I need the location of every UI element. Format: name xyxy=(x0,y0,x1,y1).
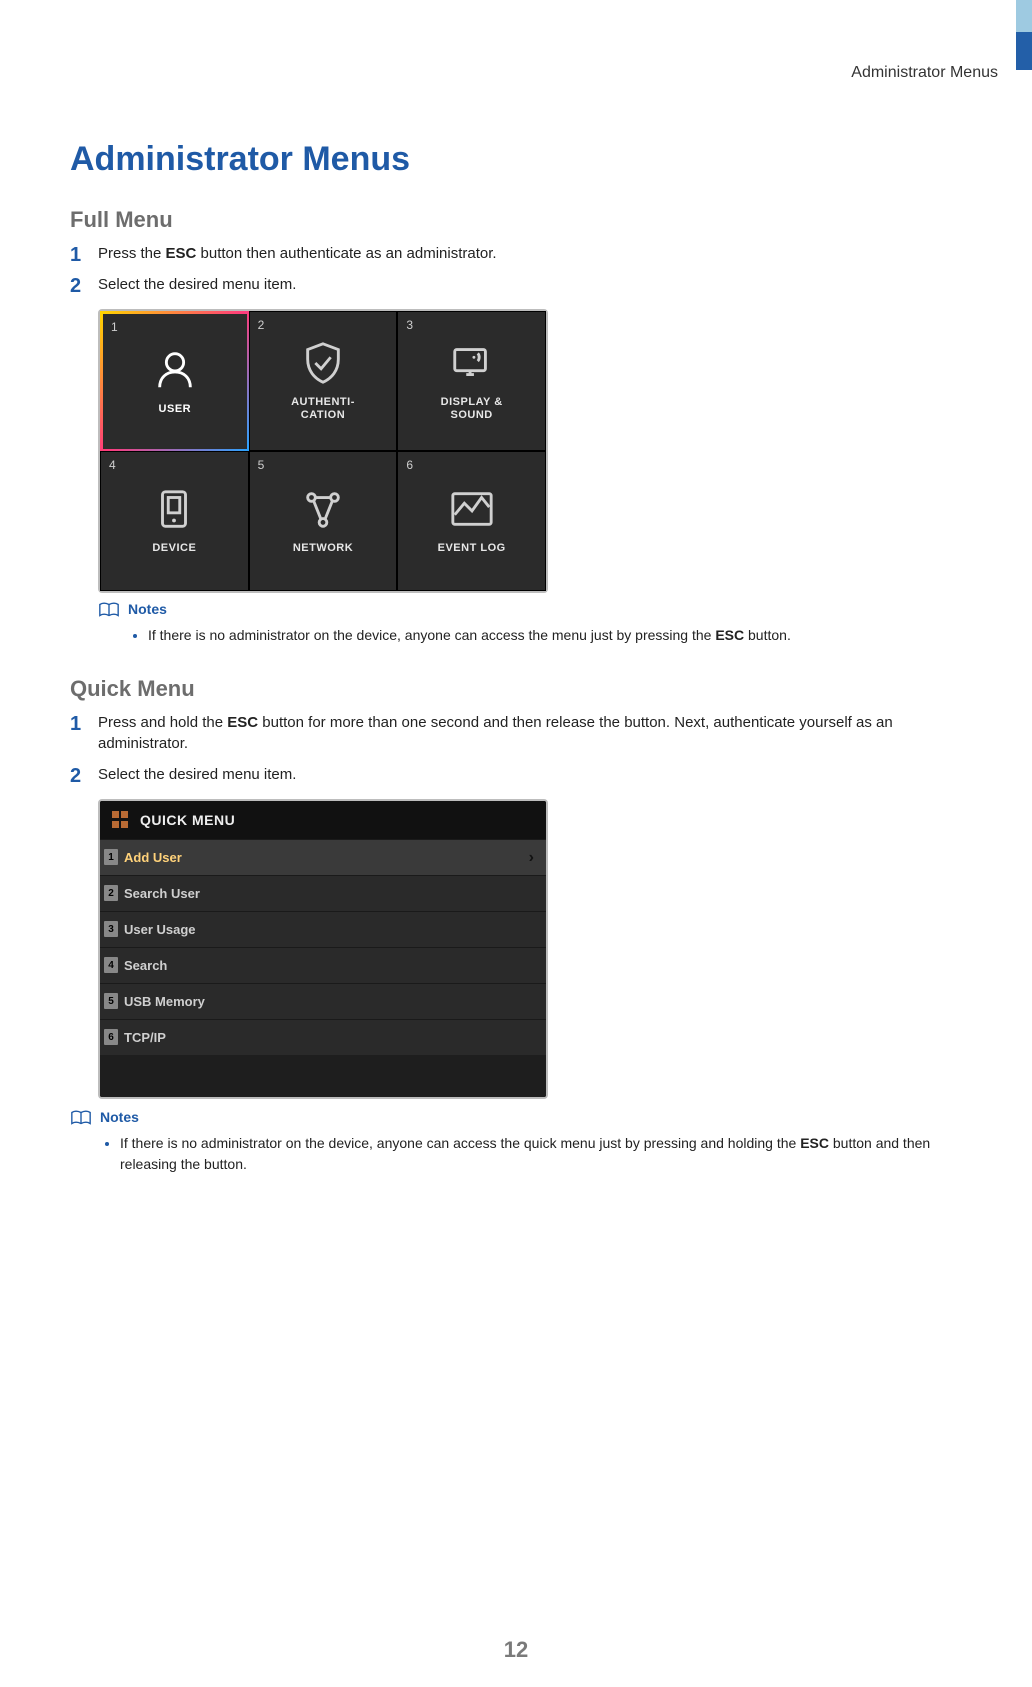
menu-tile-user[interactable]: 1 USER xyxy=(100,311,249,451)
full-menu-screenshot: 1 USER 2 AUTHENTI-CATION 3 DISPLAY &SOUND 4 DEV… xyxy=(98,309,548,593)
note-item: If there is no administrator on the devi… xyxy=(148,625,962,646)
quick-menu-item-add-user[interactable]: 1 Add User › xyxy=(100,839,546,875)
tile-label: EVENT LOG xyxy=(438,542,506,555)
tile-index: 1 xyxy=(111,320,118,334)
notes-icon xyxy=(98,601,120,619)
menu-tile-network[interactable]: 5 NETWORK xyxy=(249,451,398,591)
page-number: 12 xyxy=(0,1637,1032,1663)
tile-icon xyxy=(300,486,346,532)
section-full-menu: Full Menu xyxy=(70,207,962,233)
quick-menu-item-usb-memory[interactable]: 5 USB Memory xyxy=(100,983,546,1019)
full-menu-notes-header: Notes xyxy=(98,601,962,619)
full-menu-notes-list: If there is no administrator on the devi… xyxy=(130,625,962,646)
step-bold: ESC xyxy=(166,245,197,262)
tile-label: USER xyxy=(159,403,192,416)
step-text: Select the desired menu item. xyxy=(98,276,296,293)
quick-menu-item-search[interactable]: 4 Search xyxy=(100,947,546,983)
step-number: 1 xyxy=(70,241,81,269)
tile-icon xyxy=(449,340,495,386)
grid-icon xyxy=(112,811,130,829)
chevron-right-icon: › xyxy=(529,849,534,867)
tile-index: 3 xyxy=(406,318,413,332)
tile-index: 6 xyxy=(406,458,413,472)
qm-index: 3 xyxy=(104,921,118,937)
qm-label: TCP/IP xyxy=(124,1030,166,1045)
menu-tile-display-sound[interactable]: 3 DISPLAY &SOUND xyxy=(397,311,546,451)
step-text: Select the desired menu item. xyxy=(98,766,296,783)
menu-tile-device[interactable]: 4 DEVICE xyxy=(100,451,249,591)
step-text: Press and hold the ESC button for more t… xyxy=(98,714,893,752)
full-menu-tiles: 1 USER 2 AUTHENTI-CATION 3 DISPLAY &SOUND 4 DEV… xyxy=(100,311,546,591)
step-number: 2 xyxy=(70,762,81,790)
tile-label: DEVICE xyxy=(152,542,196,555)
header-breadcrumb: Administrator Menus xyxy=(851,64,998,82)
quick-menu-steps: 1 Press and hold the ESC button for more … xyxy=(70,712,962,785)
notes-label: Notes xyxy=(100,1109,139,1125)
note-item: If there is no administrator on the devi… xyxy=(120,1133,962,1175)
qm-label: USB Memory xyxy=(124,994,205,1009)
quick-menu-list: 1 Add User › 2 Search User 3 User Usage 4 Search… xyxy=(100,839,546,1069)
step-item: 1Press the ESC button then authenticate … xyxy=(70,243,962,264)
quick-menu-header: QUICK MENU xyxy=(100,801,546,839)
step-number: 1 xyxy=(70,710,81,738)
tile-icon xyxy=(151,486,197,532)
step-item: 2Select the desired menu item. xyxy=(70,274,962,295)
qm-index: 5 xyxy=(104,993,118,1009)
menu-tile-authenti-cation[interactable]: 2 AUTHENTI-CATION xyxy=(249,311,398,451)
quick-menu-item-search-user[interactable]: 2 Search User xyxy=(100,875,546,911)
tile-label: NETWORK xyxy=(293,542,353,555)
step-text: Press the ESC button then authenticate a… xyxy=(98,245,497,262)
tile-label: DISPLAY &SOUND xyxy=(441,396,503,422)
step-number: 2 xyxy=(70,272,81,300)
tile-icon xyxy=(300,340,346,386)
section-quick-menu: Quick Menu xyxy=(70,676,962,702)
step-item: 1 Press and hold the ESC button for more … xyxy=(70,712,962,754)
tile-index: 2 xyxy=(258,318,265,332)
tile-icon xyxy=(449,486,495,532)
quick-menu-notes-header: Notes xyxy=(70,1109,962,1127)
tile-icon xyxy=(152,347,198,393)
note-bold: ESC xyxy=(715,627,744,643)
full-menu-steps: 1 Press the ESC button then authenticate … xyxy=(70,243,962,295)
qm-index: 4 xyxy=(104,957,118,973)
tile-label: AUTHENTI-CATION xyxy=(291,396,355,422)
quick-menu-item-tcp-ip[interactable]: 6 TCP/IP xyxy=(100,1019,546,1055)
qm-label: Search xyxy=(124,958,167,973)
qm-label: Add User xyxy=(124,850,182,865)
page-title: Administrator Menus xyxy=(70,140,962,179)
quick-menu-title: QUICK MENU xyxy=(140,812,235,828)
qm-index: 6 xyxy=(104,1029,118,1045)
qm-index: 1 xyxy=(104,849,118,865)
note-bold: ESC xyxy=(800,1135,829,1151)
qm-label: Search User xyxy=(124,886,200,901)
quick-menu-notes-list: If there is no administrator on the devi… xyxy=(102,1133,962,1175)
tile-index: 5 xyxy=(258,458,265,472)
menu-tile-event-log[interactable]: 6 EVENT LOG xyxy=(397,451,546,591)
page: Administrator Menus Administrator Menus … xyxy=(0,0,1032,1687)
quick-menu-screenshot: QUICK MENU 1 Add User › 2 Search User 3 User U… xyxy=(98,799,548,1099)
qm-index: 2 xyxy=(104,885,118,901)
step-item: 2Select the desired menu item. xyxy=(70,764,962,785)
quick-menu-footer xyxy=(100,1069,546,1097)
qm-label: User Usage xyxy=(124,922,196,937)
notes-label: Notes xyxy=(128,601,167,617)
step-bold: ESC xyxy=(227,714,258,731)
notes-icon xyxy=(70,1109,92,1127)
quick-menu-item-user-usage[interactable]: 3 User Usage xyxy=(100,911,546,947)
tile-index: 4 xyxy=(109,458,116,472)
